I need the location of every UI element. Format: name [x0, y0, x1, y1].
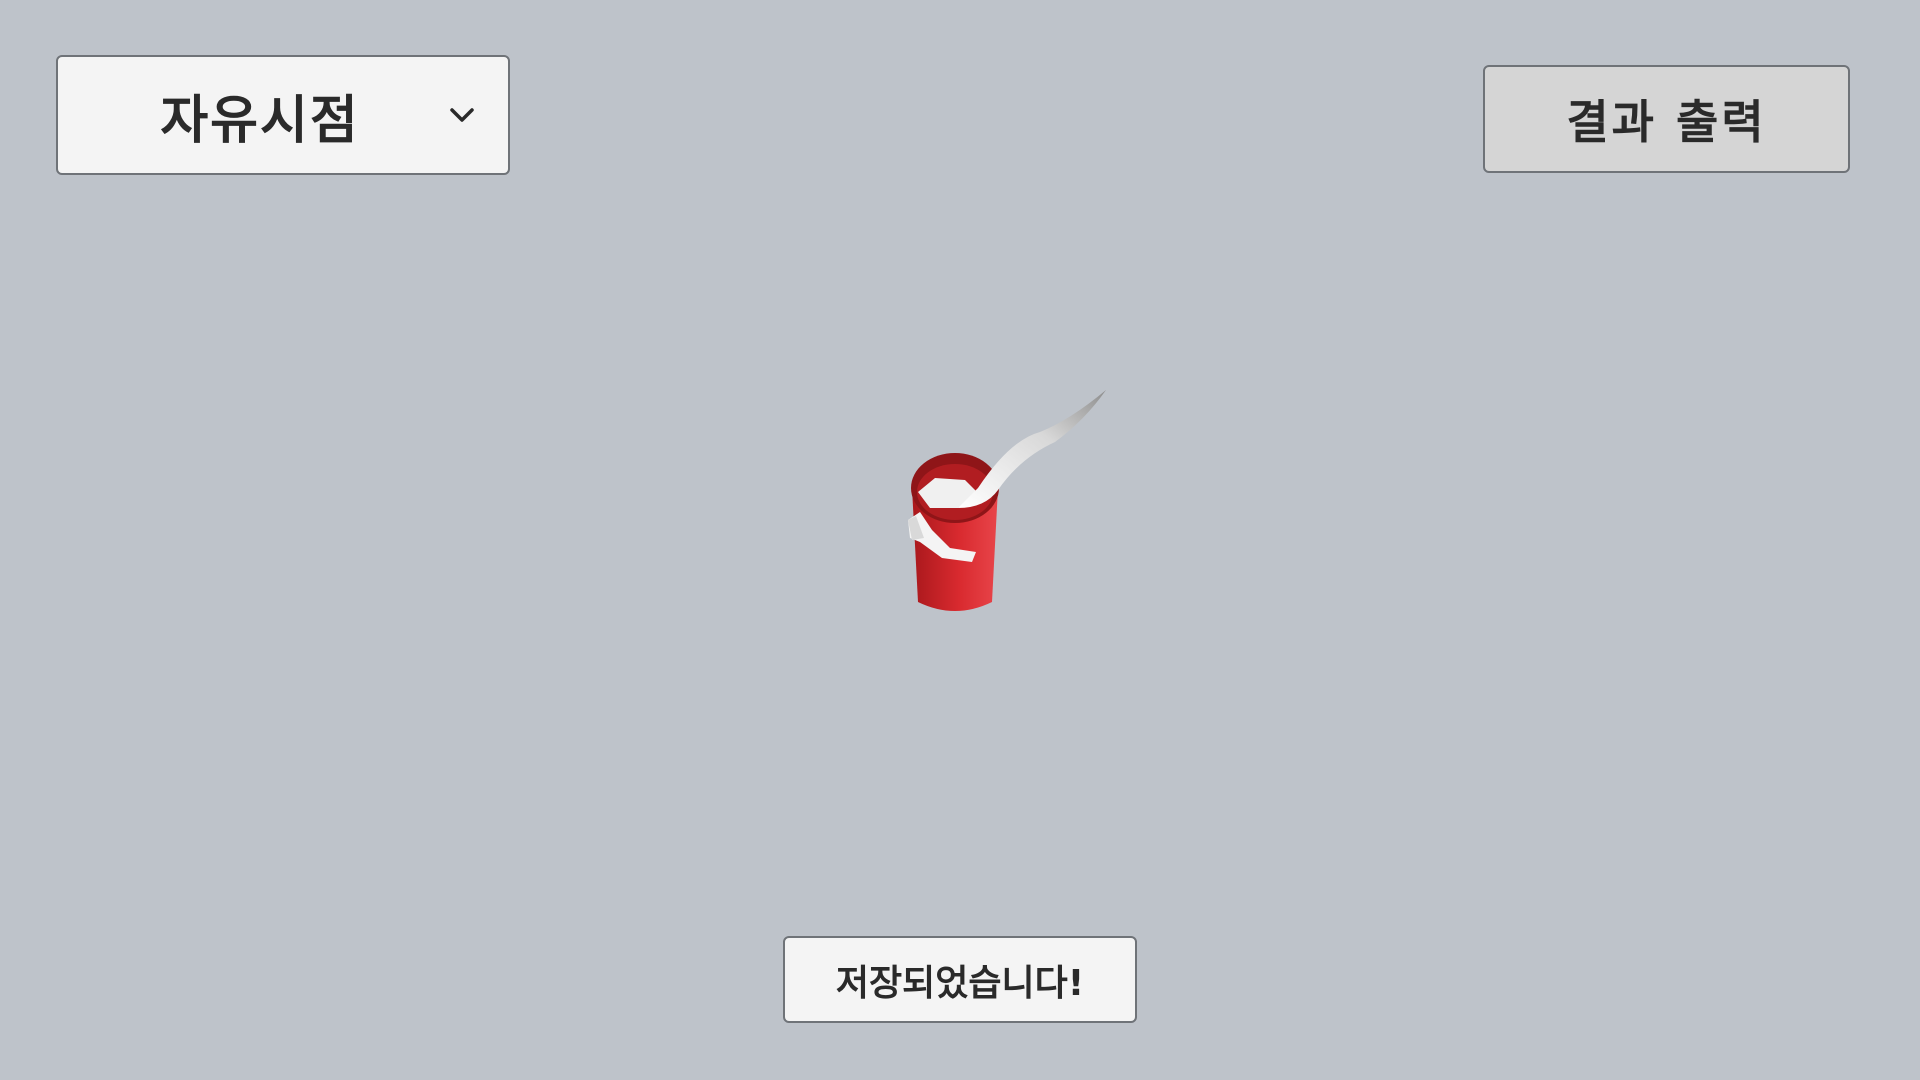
save-confirmation-toast: 저장되었습니다! [783, 936, 1137, 1023]
export-result-button[interactable]: 결과 출력 [1483, 65, 1850, 173]
3d-viewport[interactable]: 자유시점 결과 출력 저장되었습니다! [0, 0, 1920, 1080]
camera-view-selected-label: 자유시점 [160, 90, 360, 151]
3d-model-cup[interactable] [880, 380, 1120, 630]
camera-view-dropdown[interactable]: 자유시점 [56, 55, 510, 175]
chevron-down-icon [432, 85, 492, 145]
